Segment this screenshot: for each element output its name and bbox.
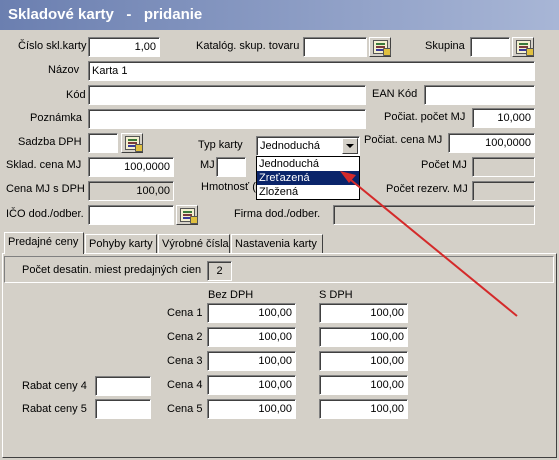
tab-predajne-ceny[interactable]: Predajné ceny (4, 232, 84, 254)
arrow-line (345, 175, 518, 317)
annotation-arrow (340, 171, 518, 317)
